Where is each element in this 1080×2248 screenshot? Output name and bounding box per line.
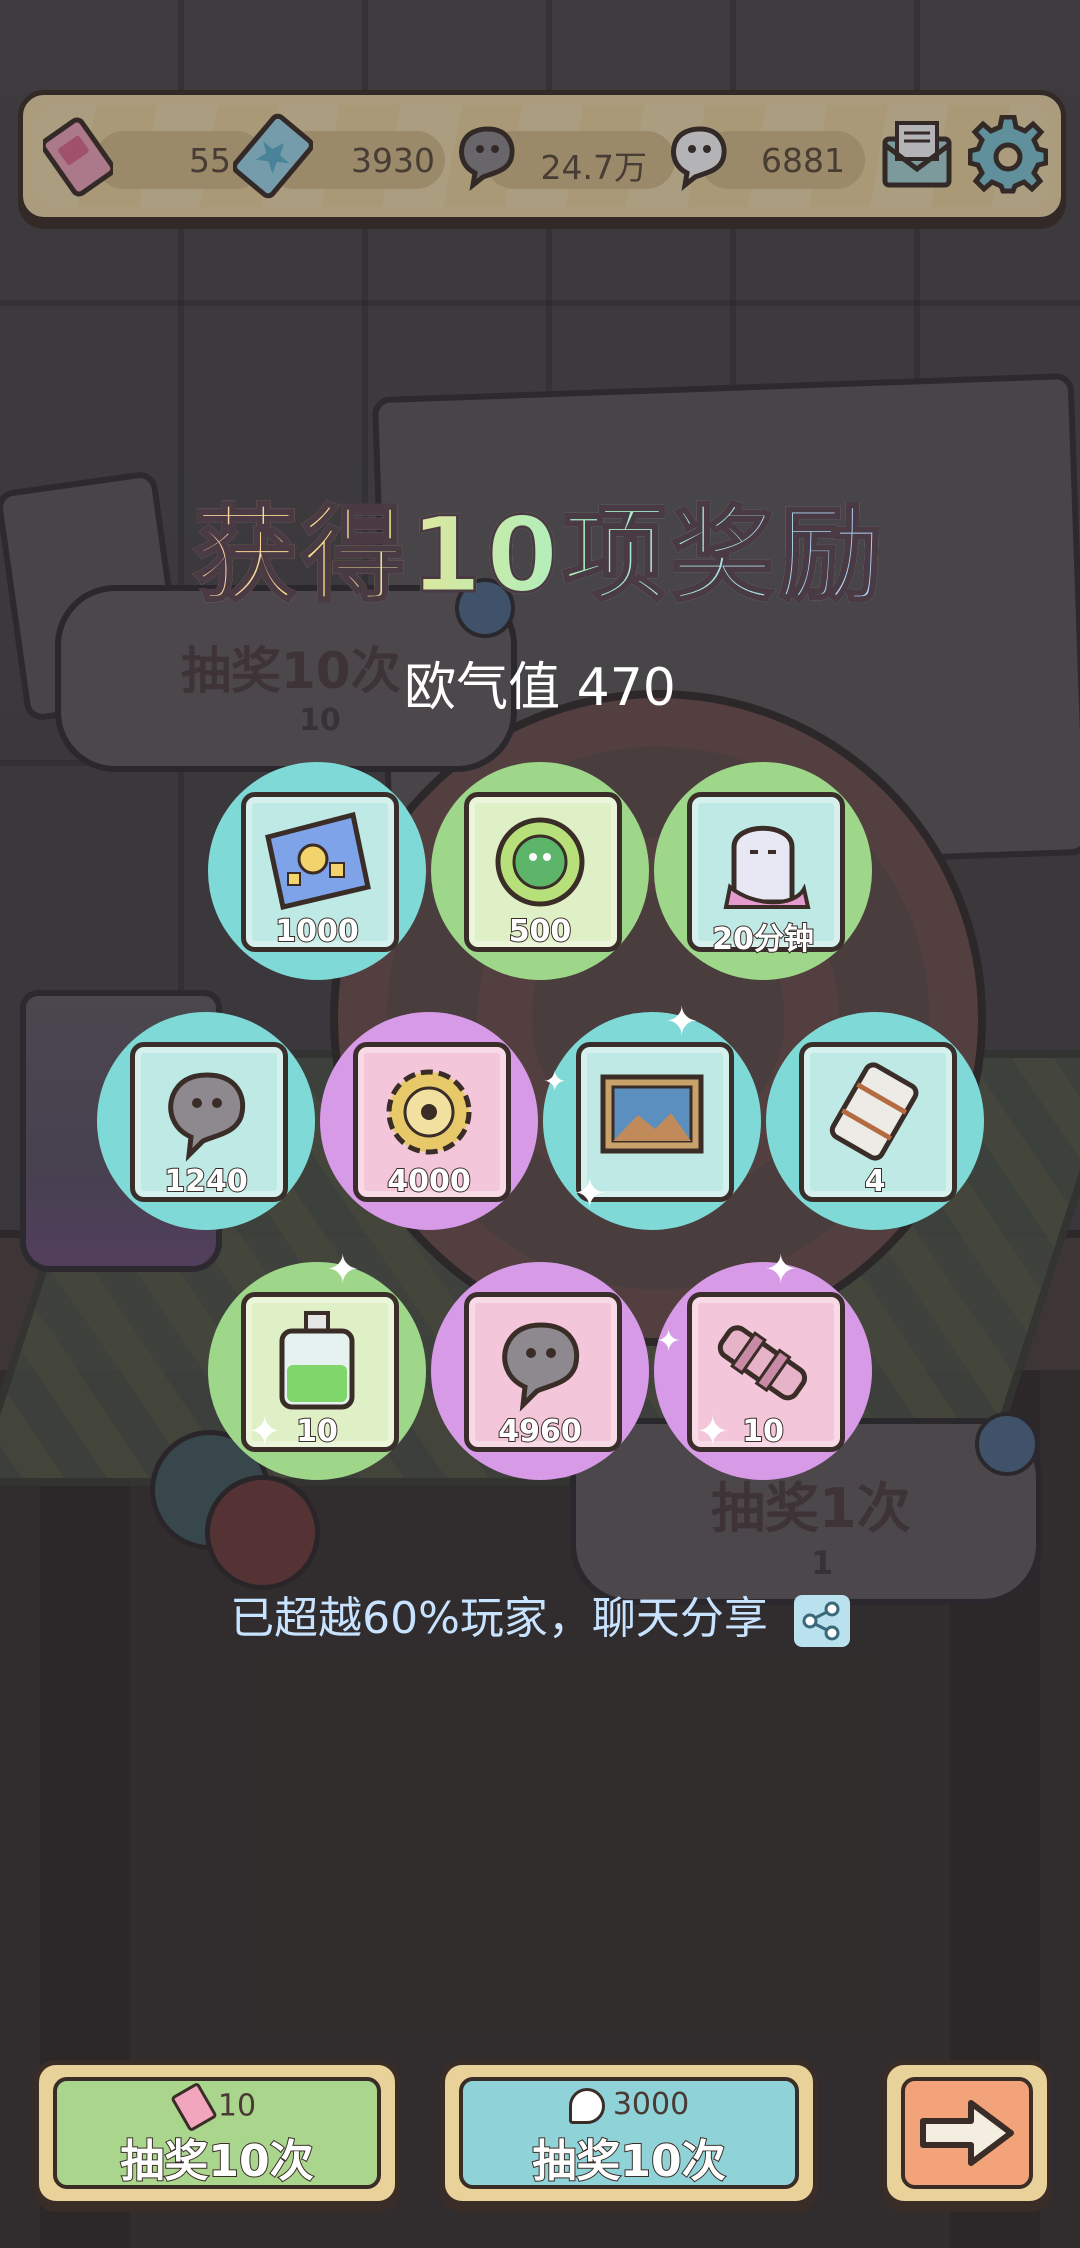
reward-item-painting[interactable]: ✦ ✦ ✦ xyxy=(543,1002,761,1230)
sparkle-icon: ✦ xyxy=(326,1247,360,1293)
rewards-title: 获得10项奖励 xyxy=(0,470,1080,621)
share-row[interactable]: 已超越60%玩家，聊天分享 xyxy=(0,1582,1080,1647)
sparkle-icon: ✦ xyxy=(764,1247,798,1293)
reward-item-gear-badge[interactable]: 4000 xyxy=(320,1012,538,1230)
sparkle-icon: ✦ xyxy=(656,1324,682,1359)
painting-icon xyxy=(600,1074,704,1154)
reward-item-potion[interactable]: 10 ✦ ✦ xyxy=(208,1250,426,1480)
button-cost-value: 10 xyxy=(217,2088,257,2124)
draw-10-ticket-button[interactable]: 10 抽奖10次 xyxy=(34,2060,400,2206)
reward-qty: 4960 xyxy=(497,1413,583,1450)
share-text[interactable]: 已超越60%玩家，聊天分享 xyxy=(230,1593,768,1644)
gear-badge-icon xyxy=(386,1069,472,1155)
button-cost: 3000 xyxy=(445,2087,813,2124)
gray-spirit-icon xyxy=(168,1072,246,1162)
gray-spirit-icon xyxy=(502,1322,580,1412)
arrow-right-icon xyxy=(920,2100,1014,2166)
reward-item-gray-spirit-2[interactable]: 4960 xyxy=(431,1262,649,1480)
button-cost: 10 xyxy=(39,2081,395,2133)
reward-qty: 10 xyxy=(741,1413,785,1450)
reward-qty: 4000 xyxy=(386,1163,472,1200)
glowing-orb-icon xyxy=(495,817,585,907)
white-spirit-icon xyxy=(568,2087,605,2124)
next-button[interactable] xyxy=(882,2060,1052,2206)
reward-item-blueprint[interactable]: 1000 xyxy=(208,762,426,980)
sparkle-icon: ✦ xyxy=(696,1409,730,1455)
sparkle-icon: ✦ xyxy=(543,1065,567,1098)
button-label: 抽奖10次 xyxy=(119,2135,314,2188)
potion-icon xyxy=(279,1311,355,1410)
telescope-icon xyxy=(717,1325,808,1401)
sparkle-icon: ✦ xyxy=(248,1409,282,1455)
reward-qty: 500 xyxy=(508,913,573,950)
reward-qty: 1000 xyxy=(274,913,360,950)
draw-10-spirit-button[interactable]: 3000 抽奖10次 xyxy=(440,2060,818,2206)
sparkle-icon: ✦ xyxy=(665,999,699,1045)
reward-item-telescope[interactable]: 10 ✦ ✦ ✦ xyxy=(654,1250,872,1480)
reward-qty: 20分钟 xyxy=(711,921,815,958)
reward-item-ghost-costume[interactable]: 20分钟 xyxy=(654,762,872,980)
sparkle-icon: ✦ xyxy=(573,1171,607,1217)
button-label: 抽奖10次 xyxy=(531,2135,726,2188)
button-cost-value: 3000 xyxy=(612,2087,690,2122)
ghost-costume-icon xyxy=(723,825,811,909)
luck-value: 欧气值 470 xyxy=(404,658,676,718)
reward-qty: 1240 xyxy=(163,1163,249,1200)
reward-item-scroll[interactable]: 4 xyxy=(766,1012,984,1230)
reward-qty: 4 xyxy=(864,1163,887,1200)
share-icon[interactable] xyxy=(793,1595,850,1647)
reward-item-glowing-orb[interactable]: 500 xyxy=(431,762,649,980)
scroll-icon xyxy=(829,1062,919,1161)
blueprint-icon xyxy=(265,811,371,911)
reward-item-gray-spirit[interactable]: 1240 xyxy=(97,1012,315,1230)
reward-qty: 10 xyxy=(295,1413,339,1450)
